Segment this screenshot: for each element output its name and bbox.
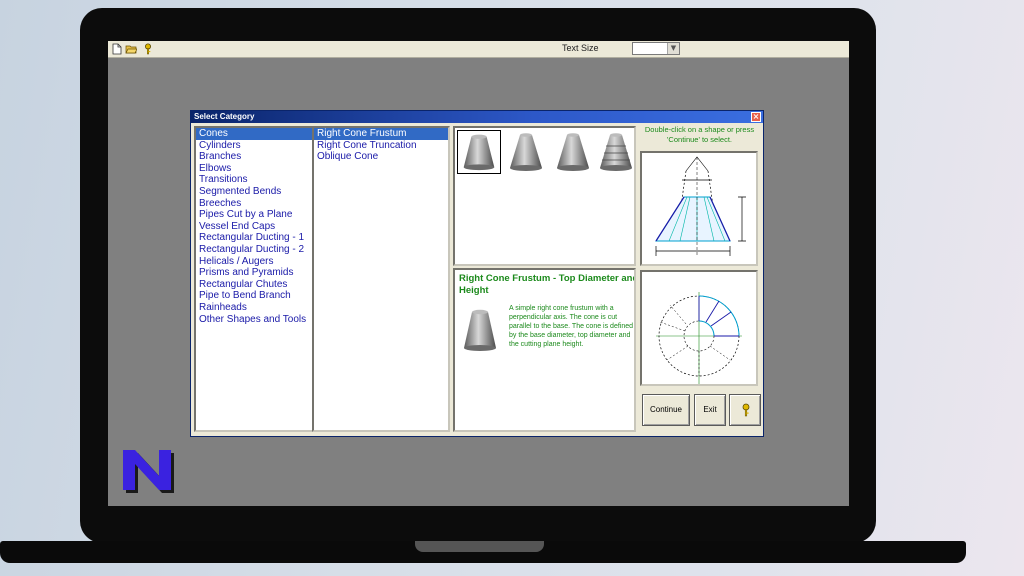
category-list-item[interactable]: Rectangular Chutes <box>196 279 312 291</box>
shape-description-title: Right Cone Frustum - Top Diameter and He… <box>459 273 636 296</box>
app-logo <box>123 450 174 493</box>
help-button[interactable] <box>729 394 761 426</box>
app-screen: Text Size ▼ Select Category × Cones Cylin… <box>108 41 849 506</box>
category-list-item[interactable]: Prisms and Pyramids <box>196 267 312 279</box>
cone-stepped-shape-4[interactable] <box>594 130 636 174</box>
category-list: Cones Cylinders Branches Elbows Transitions S… <box>194 126 314 432</box>
category-list-item[interactable]: Pipes Cut by a Plane <box>196 209 312 221</box>
shape-description-body: A simple right cone frustum with a perpe… <box>509 305 634 348</box>
development-diagram <box>640 270 758 386</box>
category-list-item[interactable]: Breeches <box>196 198 312 210</box>
category-list-item[interactable]: Transitions <box>196 174 312 186</box>
category-list-item[interactable]: Rectangular Ducting - 2 <box>196 244 312 256</box>
dialog-title: Select Category <box>194 112 255 121</box>
shape-thumbnails-panel <box>453 126 636 266</box>
category-list-item[interactable]: Rainheads <box>196 302 312 314</box>
text-size-dropdown[interactable]: ▼ <box>632 42 680 55</box>
laptop-notch <box>415 541 544 552</box>
frustum-elevation-drawing <box>655 156 746 257</box>
cone-frustum-shape-3[interactable] <box>551 130 595 174</box>
elevation-diagram <box>640 151 758 266</box>
category-list-item[interactable]: Pipe to Bend Branch <box>196 290 312 302</box>
category-list-item[interactable]: Other Shapes and Tools <box>196 314 312 326</box>
subcategory-list-item[interactable]: Right Cone Truncation <box>314 140 448 152</box>
subcategory-list-item[interactable]: Right Cone Frustum <box>314 128 448 140</box>
category-list-item[interactable]: Elbows <box>196 163 312 175</box>
category-list-item[interactable]: Branches <box>196 151 312 163</box>
description-panel: Right Cone Frustum - Top Diameter and He… <box>453 268 636 432</box>
category-list-item[interactable]: Cones <box>196 128 312 140</box>
exit-button[interactable]: Exit <box>694 394 726 426</box>
continue-button[interactable]: Continue <box>642 394 690 426</box>
key-help-icon[interactable] <box>142 43 154 55</box>
key-icon <box>742 403 750 417</box>
category-list-item[interactable]: Helicals / Augers <box>196 256 312 268</box>
cone-frustum-preview <box>464 309 496 351</box>
category-list-item[interactable]: Vessel End Caps <box>196 221 312 233</box>
text-size-label: Text Size <box>562 43 599 53</box>
category-list-item[interactable]: Segmented Bends <box>196 186 312 198</box>
category-list-item[interactable]: Cylinders <box>196 140 312 152</box>
main-toolbar: Text Size ▼ <box>108 41 849 58</box>
close-icon[interactable]: × <box>751 112 761 122</box>
cone-frustum-shape-1[interactable] <box>457 130 501 174</box>
chevron-down-icon[interactable]: ▼ <box>667 43 679 54</box>
select-category-dialog: Select Category × Cones Cylinders Branches… <box>190 110 764 437</box>
selection-hint: Double-click on a shape or press 'Contin… <box>644 125 755 144</box>
subcategory-list-item[interactable]: Oblique Cone <box>314 151 448 163</box>
category-list-item[interactable]: Rectangular Ducting - 1 <box>196 232 312 244</box>
open-folder-icon[interactable] <box>125 43 137 55</box>
cone-frustum-shape-2[interactable] <box>504 130 548 174</box>
dialog-titlebar: Select Category × <box>191 111 763 123</box>
subcategory-list: Right Cone Frustum Right Cone Truncation O… <box>312 126 450 432</box>
frustum-development-drawing <box>656 292 742 384</box>
new-file-icon[interactable] <box>111 43 123 55</box>
